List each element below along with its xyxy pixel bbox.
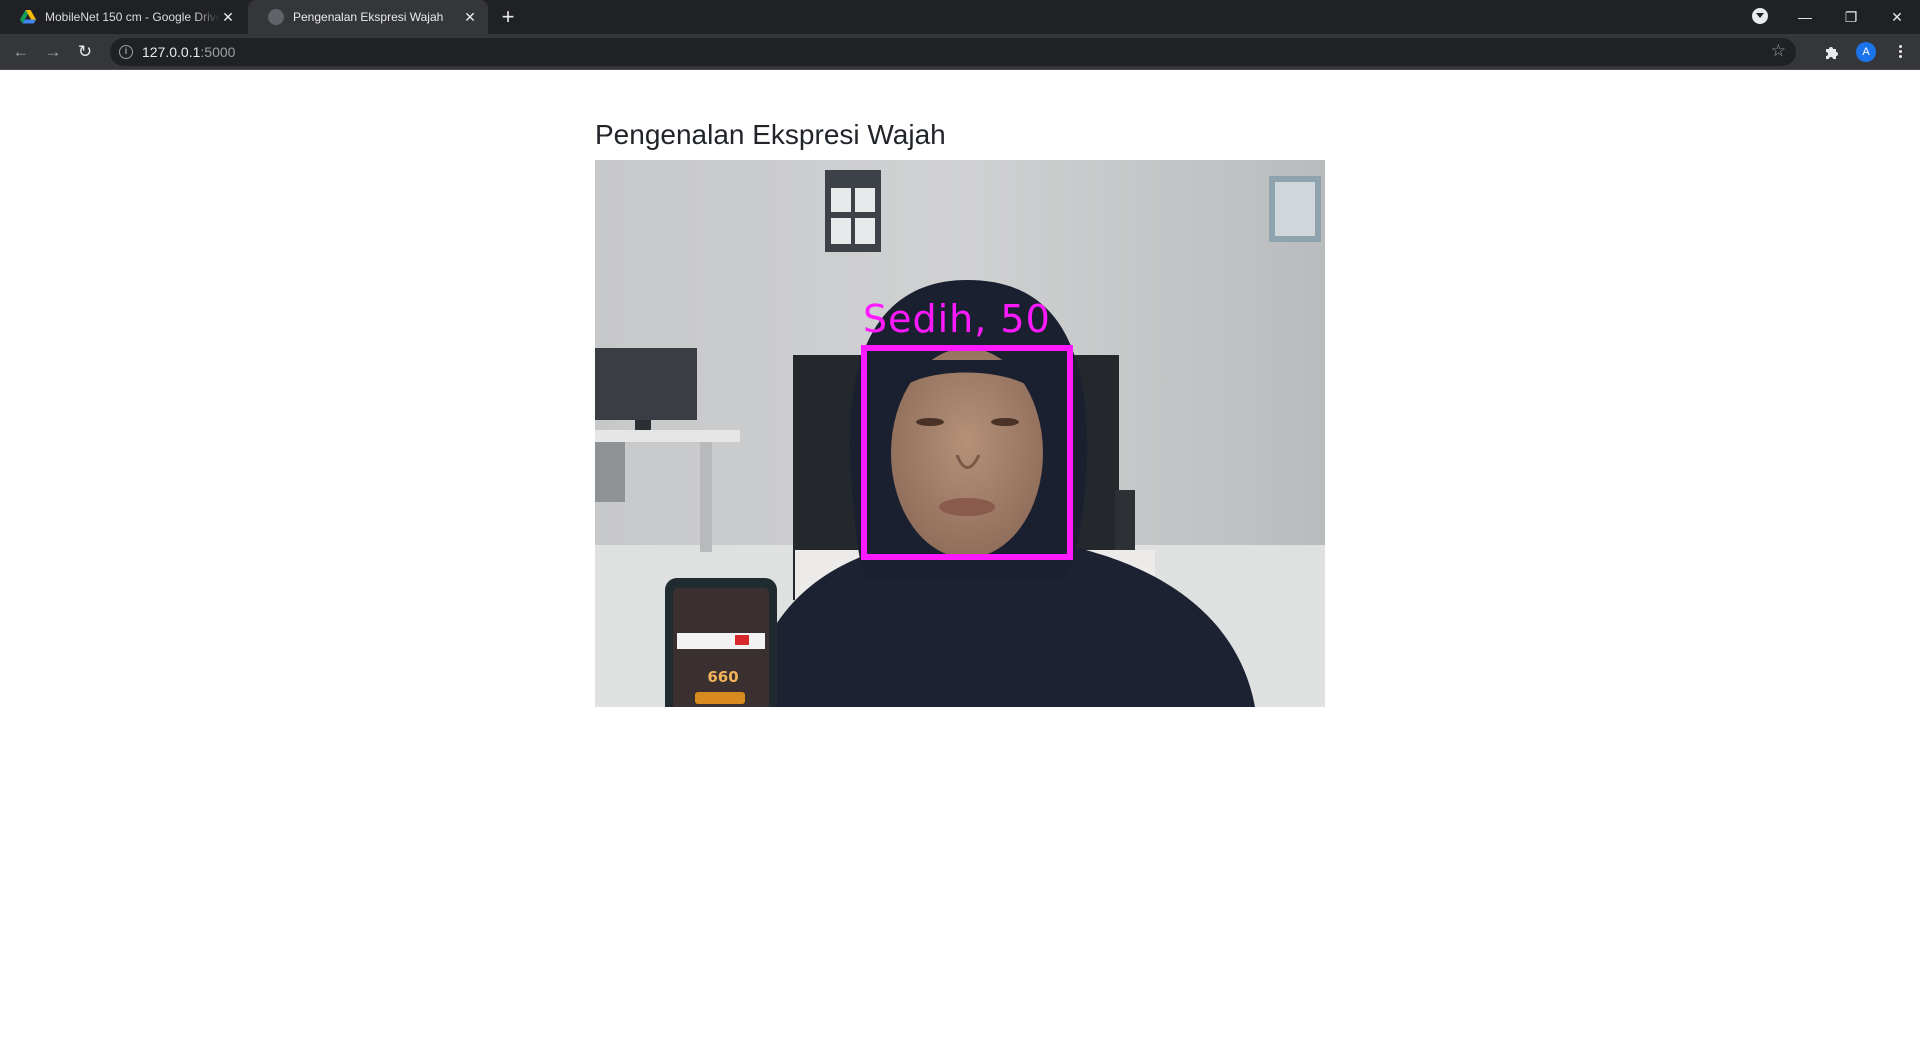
address-bar[interactable]: i 127.0.0.1:5000 ☆ [110,38,1796,66]
tab-close-icon[interactable]: ✕ [220,9,236,25]
face-detection-box [861,345,1073,560]
info-icon[interactable]: i [119,45,133,59]
tab-strip: MobileNet 150 cm - Google Drive ✕ Pengen… [0,0,1920,34]
tab-title: MobileNet 150 cm - Google Drive [45,10,220,24]
phone-score-text: 660 [707,668,738,686]
page-title: Pengenalan Ekspresi Wajah [595,119,946,150]
tab-close-icon[interactable]: ✕ [462,9,478,25]
reload-button[interactable]: ↻ [73,40,97,64]
extensions-icon[interactable] [1824,44,1840,60]
detection-label: Sedih, 50 [863,297,1051,341]
close-window-button[interactable]: ✕ [1874,0,1920,34]
url-host: 127.0.0.1 [142,44,201,60]
bookmark-star-icon[interactable]: ☆ [1771,41,1786,61]
tab-google-drive[interactable]: MobileNet 150 cm - Google Drive ✕ [0,0,246,34]
toolbar: ← → ↻ i 127.0.0.1:5000 ☆ A [0,34,1920,70]
back-button[interactable]: ← [9,40,33,64]
globe-icon [268,9,284,25]
menu-icon[interactable] [1892,43,1908,61]
restore-button[interactable]: ❐ [1828,0,1874,34]
new-tab-button[interactable]: + [498,6,518,28]
minimize-button[interactable]: — [1782,0,1828,34]
video-feed: 660 Sedih, 50 [595,160,1325,707]
google-drive-icon [20,10,36,24]
forward-button[interactable]: → [41,40,65,64]
url-text[interactable]: 127.0.0.1:5000 [142,44,235,60]
url-port: :5000 [200,44,236,60]
tab-search-icon[interactable] [1752,8,1768,24]
profile-avatar[interactable]: A [1856,42,1876,62]
tab-title: Pengenalan Ekspresi Wajah [293,10,444,24]
tab-pengenalan[interactable]: Pengenalan Ekspresi Wajah ✕ [248,0,488,34]
